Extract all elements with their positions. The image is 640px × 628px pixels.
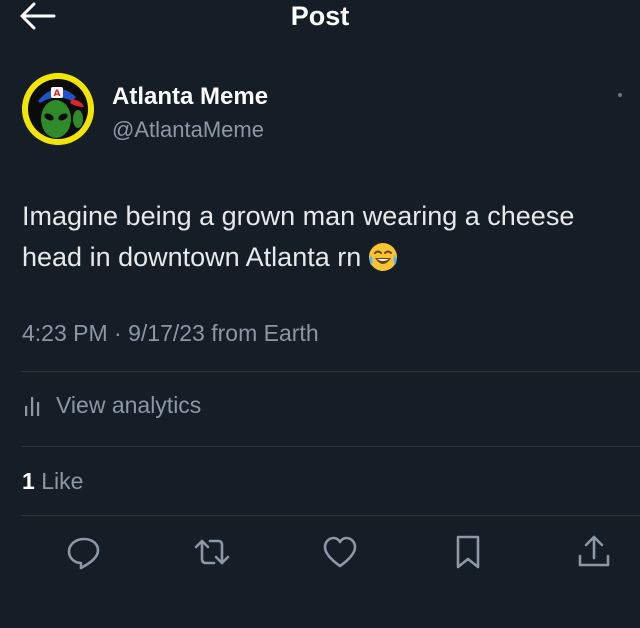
action-bar xyxy=(0,532,640,572)
reply-icon xyxy=(67,537,100,570)
author-name[interactable]: Atlanta Meme xyxy=(112,83,268,111)
share-button[interactable] xyxy=(574,532,614,572)
author-handle[interactable]: @AtlantaMeme xyxy=(112,117,264,143)
heart-icon xyxy=(323,536,357,568)
likes-number: 1 xyxy=(22,468,35,494)
bar-chart-icon xyxy=(25,397,40,416)
more-options-icon[interactable] xyxy=(618,93,622,97)
author-block: A Atlanta Meme @AtlantaMeme xyxy=(22,73,622,145)
tweet-source: from Earth xyxy=(211,320,319,346)
divider xyxy=(22,371,640,372)
tweet-date[interactable]: 9/17/23 xyxy=(128,320,205,346)
avatar[interactable]: A xyxy=(22,73,94,145)
likes-count[interactable]: 1 Like xyxy=(22,468,83,495)
svg-text:A: A xyxy=(54,89,61,99)
divider xyxy=(22,446,640,447)
share-icon xyxy=(578,535,610,567)
retweet-button[interactable] xyxy=(192,532,232,572)
reply-button[interactable] xyxy=(64,532,104,572)
divider xyxy=(22,515,640,516)
likes-label: Like xyxy=(41,468,84,494)
laughing-emoji-icon xyxy=(367,241,399,285)
tweet-text: Imagine being a grown man wearing a chee… xyxy=(22,196,622,285)
tweet-time[interactable]: 4:23 PM xyxy=(22,320,108,346)
bookmark-icon xyxy=(456,535,480,569)
meta-separator: · xyxy=(114,320,122,346)
view-analytics-label: View analytics xyxy=(56,392,202,418)
retweet-icon xyxy=(194,539,230,565)
alien-avatar-icon: A xyxy=(22,73,94,145)
tweet-meta: 4:23 PM · 9/17/23 from Earth xyxy=(22,320,319,347)
like-button[interactable] xyxy=(320,532,360,572)
page-title: Post xyxy=(290,1,350,31)
bookmark-button[interactable] xyxy=(448,532,488,572)
top-bar: Post xyxy=(0,0,640,36)
tweet-body: Imagine being a grown man wearing a chee… xyxy=(22,201,575,272)
